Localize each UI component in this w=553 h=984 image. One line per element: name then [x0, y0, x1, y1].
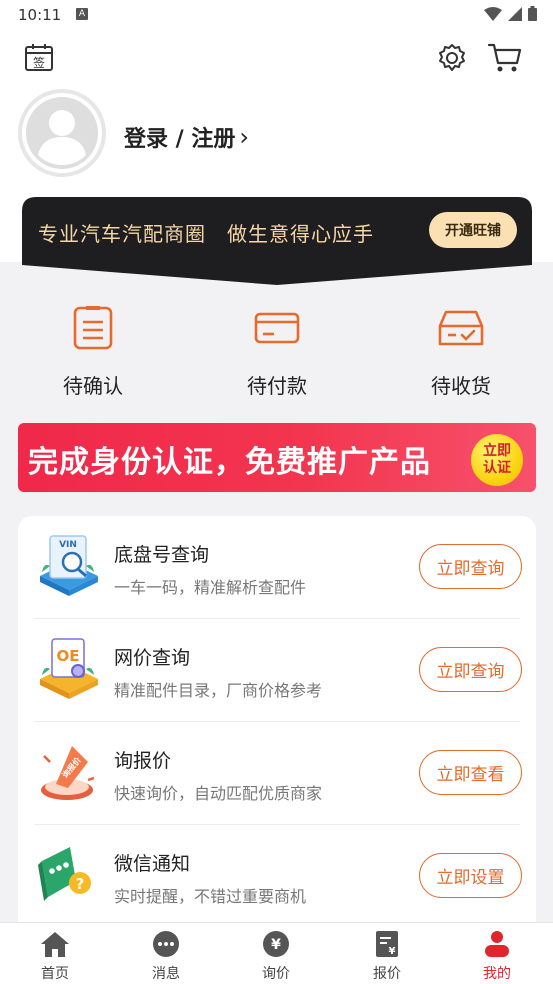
person-icon [481, 929, 513, 959]
service-title: 询报价 [114, 750, 172, 772]
order-pending-receipt[interactable]: 待收货 [401, 300, 521, 399]
cart-button[interactable] [487, 41, 523, 79]
vin-search-icon: VIN [36, 532, 102, 598]
yuan-icon: ¥ [260, 929, 292, 959]
tab-messages[interactable]: 消息 [136, 929, 196, 983]
service-desc: 一车一码，精准解析查配件 [114, 578, 307, 597]
login-register-link[interactable]: 登录 / 注册 › [124, 121, 249, 153]
tab-label: 首页 [41, 966, 69, 982]
calendar-sign-icon: 签 [25, 44, 53, 71]
service-row-vin[interactable]: VIN 底盘号查询 一车一码，精准解析查配件 立即查询 [18, 516, 536, 619]
tab-home[interactable]: 首页 [25, 929, 85, 983]
svg-text:¥: ¥ [271, 937, 281, 953]
identity-verification-banner[interactable]: 完成身份认证，免费推广产品 立即 认证 [18, 423, 536, 492]
tab-inquiry[interactable]: ¥ 询价 [246, 929, 306, 983]
set-now-button[interactable]: 立即设置 [419, 853, 522, 898]
order-pending-confirm[interactable]: 待确认 [33, 300, 153, 399]
inbox-check-icon [438, 304, 484, 350]
settings-button[interactable] [436, 42, 468, 78]
order-label: 待收货 [431, 374, 491, 398]
tab-label: 我的 [483, 966, 511, 982]
default-avatar-icon [22, 93, 102, 173]
cart-icon [487, 43, 522, 72]
service-row-price[interactable]: OE 网价查询 精准配件目录，厂商价格参考 立即查询 [18, 619, 536, 722]
view-now-button[interactable]: 立即查看 [419, 750, 522, 795]
status-notification-icon: A [76, 8, 88, 20]
tab-label: 询价 [262, 966, 290, 982]
sign-in-calendar-button[interactable]: 签 [24, 42, 54, 76]
battery-icon [528, 6, 537, 21]
service-desc: 精准配件目录，厂商价格参考 [114, 681, 323, 700]
vin-icon-text: VIN [59, 540, 77, 550]
order-label: 待确认 [63, 374, 123, 398]
inquiry-quote-icon: 询报价 [36, 738, 102, 804]
query-now-button[interactable]: 立即查询 [419, 647, 522, 692]
bottom-tab-bar: 首页 消息 ¥ 询价 ¥ 报价 我的 [0, 922, 553, 984]
tab-quote[interactable]: ¥ 报价 [357, 929, 417, 983]
tab-label: 消息 [152, 966, 180, 982]
order-label: 待付款 [247, 374, 307, 398]
badge-line-1: 立即 [483, 443, 511, 459]
wifi-icon [484, 6, 502, 21]
wechat-notify-icon: ? [36, 841, 102, 907]
wechat-icon-text: ? [76, 875, 85, 893]
chevron-right-icon: › [239, 123, 249, 151]
oe-icon-text: OE [57, 647, 80, 665]
status-time: 10:11 [18, 6, 62, 24]
service-title: 网价查询 [114, 647, 191, 669]
service-title: 微信通知 [114, 853, 191, 875]
service-row-wechat[interactable]: ? 微信通知 实时提醒，不错过重要商机 立即设置 [18, 825, 536, 928]
service-desc: 快速询价，自动匹配优质商家 [114, 784, 323, 803]
svg-text:¥: ¥ [389, 946, 396, 957]
service-row-inquiry[interactable]: 询报价 询报价 快速询价，自动匹配优质商家 立即查看 [18, 722, 536, 825]
avatar[interactable] [18, 89, 106, 177]
gear-icon [439, 44, 465, 71]
home-icon [39, 929, 71, 959]
service-desc: 实时提醒，不错过重要商机 [114, 887, 307, 906]
tab-label: 报价 [373, 966, 401, 982]
tab-mine[interactable]: 我的 [467, 929, 527, 983]
quote-doc-icon: ¥ [371, 929, 403, 959]
order-pending-payment[interactable]: 待付款 [217, 300, 337, 399]
open-shop-button[interactable]: 开通旺铺 [429, 212, 517, 248]
chat-icon [150, 929, 182, 959]
status-icons [484, 6, 537, 21]
card-icon [254, 304, 300, 350]
login-register-label: 登录 / 注册 [124, 127, 236, 152]
clipboard-icon [70, 304, 116, 350]
oe-price-icon: OE [36, 635, 102, 701]
query-now-button[interactable]: 立即查询 [419, 544, 522, 589]
promo-text: 完成身份认证，免费推广产品 [28, 445, 431, 480]
service-title: 底盘号查询 [114, 544, 210, 566]
signal-icon [508, 6, 522, 21]
status-bar: 10:11 A [0, 0, 553, 30]
badge-line-2: 认证 [483, 460, 511, 476]
verify-now-badge[interactable]: 立即 认证 [471, 434, 523, 486]
vip-banner-text: 专业汽车汽配商圈 做生意得心应手 [38, 222, 374, 246]
sign-icon-text: 签 [33, 55, 45, 70]
services-card: VIN 底盘号查询 一车一码，精准解析查配件 立即查询 OE 网价查询 精准配件… [18, 516, 536, 936]
